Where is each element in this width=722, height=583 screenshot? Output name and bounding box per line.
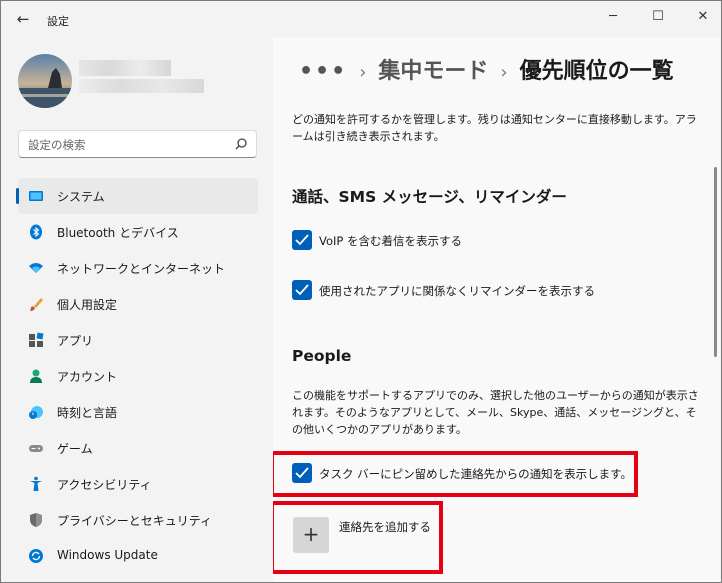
sidebar-item-privacy[interactable]: プライバシーとセキュリティ bbox=[18, 502, 258, 538]
sidebar-item-system[interactable]: システム bbox=[16, 178, 258, 214]
pinned-contacts-label: タスク バーにピン留めした連絡先からの通知を表示します。 bbox=[319, 467, 633, 481]
minimize-button[interactable]: ─ bbox=[597, 7, 629, 27]
search-placeholder: 設定の検索 bbox=[28, 138, 86, 152]
shield-icon bbox=[30, 513, 42, 527]
reminders-checkbox[interactable] bbox=[292, 280, 312, 300]
user-email-blurred bbox=[79, 79, 204, 93]
sidebar-item-bluetooth[interactable]: Bluetooth とデバイス bbox=[18, 214, 258, 250]
checkmark-icon bbox=[295, 284, 309, 296]
breadcrumb-separator: › bbox=[359, 62, 367, 83]
sidebar-item-label: アカウント bbox=[57, 370, 118, 384]
sidebar-item-label: プライバシーとセキュリティ bbox=[57, 514, 213, 528]
checkmark-icon bbox=[295, 467, 309, 479]
breadcrumb: ••• › 集中モード › 優先順位の一覧 bbox=[299, 53, 674, 85]
clock-globe-icon bbox=[29, 406, 43, 419]
active-indicator bbox=[16, 188, 19, 204]
account-icon bbox=[30, 369, 42, 383]
main-content: ••• › 集中モード › 優先順位の一覧 どの通知を許可するかを管理します。残りは通知… bbox=[273, 37, 720, 582]
checkmark-icon bbox=[295, 234, 309, 246]
search-box[interactable]: 設定の検索 bbox=[18, 130, 257, 158]
sidebar: 設定の検索 システム Bluetooth とデバイス ネットワークとインターネッ… bbox=[1, 37, 273, 582]
intro-description: どの通知を許可するかを管理します。残りは通知センターに直接移動します。アラームは… bbox=[292, 113, 697, 143]
sidebar-item-apps[interactable]: アプリ bbox=[18, 322, 258, 358]
sidebar-item-network[interactable]: ネットワークとインターネット bbox=[18, 250, 258, 286]
wifi-icon bbox=[29, 263, 43, 273]
add-contact-label: 連絡先を追加する bbox=[339, 520, 431, 534]
brush-icon bbox=[30, 298, 43, 311]
add-contact-button[interactable]: + bbox=[293, 517, 329, 553]
sidebar-item-time-language[interactable]: 時刻と言語 bbox=[18, 394, 258, 430]
search-icon[interactable] bbox=[234, 137, 248, 151]
voip-calls-checkbox[interactable] bbox=[292, 230, 312, 250]
back-button[interactable]: ← bbox=[13, 9, 33, 29]
user-name-blurred bbox=[79, 60, 171, 76]
sidebar-nav: システム Bluetooth とデバイス ネットワークとインターネット 個人用設… bbox=[16, 178, 258, 574]
calls-section-title: 通話、SMS メッセージ、リマインダー bbox=[292, 188, 567, 206]
people-description: この機能をサポートするアプリでのみ、選択した他のユーザーからの通知が表示されます… bbox=[292, 389, 699, 436]
pinned-contacts-checkbox[interactable] bbox=[292, 463, 312, 483]
sidebar-item-label: アクセシビリティ bbox=[57, 478, 152, 492]
app-title: 設定 bbox=[47, 15, 69, 28]
sidebar-item-personalization[interactable]: 個人用設定 bbox=[18, 286, 258, 322]
sidebar-item-label: 個人用設定 bbox=[57, 298, 118, 312]
breadcrumb-separator: › bbox=[500, 62, 508, 83]
title-bar: ← 設定 ─ ☐ ✕ bbox=[1, 1, 721, 37]
apps-icon bbox=[29, 332, 44, 347]
sidebar-item-label: ゲーム bbox=[57, 442, 93, 456]
sidebar-item-accessibility[interactable]: アクセシビリティ bbox=[18, 466, 258, 502]
scrollbar[interactable] bbox=[714, 167, 717, 357]
update-icon bbox=[29, 549, 43, 563]
sidebar-item-gaming[interactable]: ゲーム bbox=[18, 430, 258, 466]
breadcrumb-parent-link[interactable]: 集中モード bbox=[378, 59, 488, 84]
sidebar-item-accounts[interactable]: アカウント bbox=[18, 358, 258, 394]
sidebar-item-label: システム bbox=[57, 190, 105, 204]
maximize-button[interactable]: ☐ bbox=[642, 7, 674, 27]
avatar[interactable] bbox=[18, 54, 72, 108]
people-section-title: People bbox=[292, 347, 352, 365]
settings-window: ← 設定 ─ ☐ ✕ 設定の検索 システム Bluetooth とデバイス ネッ… bbox=[0, 0, 722, 583]
page-title: 優先順位の一覧 bbox=[519, 59, 674, 84]
sidebar-item-label: 時刻と言語 bbox=[57, 406, 118, 420]
sidebar-item-windows-update[interactable]: Windows Update bbox=[18, 538, 258, 574]
sidebar-item-label: ネットワークとインターネット bbox=[57, 262, 226, 276]
reminders-label: 使用されたアプリに関係なくリマインダーを表示する bbox=[319, 284, 595, 298]
voip-calls-label: VoIP を含む着信を表示する bbox=[319, 234, 462, 248]
sidebar-item-label: アプリ bbox=[57, 334, 94, 348]
gamepad-icon bbox=[29, 445, 43, 452]
breadcrumb-overflow-button[interactable]: ••• bbox=[299, 59, 347, 84]
bluetooth-icon bbox=[30, 224, 42, 240]
close-button[interactable]: ✕ bbox=[687, 7, 719, 27]
sidebar-item-label: Bluetooth とデバイス bbox=[57, 226, 179, 240]
sidebar-item-label: Windows Update bbox=[57, 548, 158, 562]
accessibility-icon bbox=[30, 476, 42, 491]
system-icon bbox=[29, 191, 43, 201]
